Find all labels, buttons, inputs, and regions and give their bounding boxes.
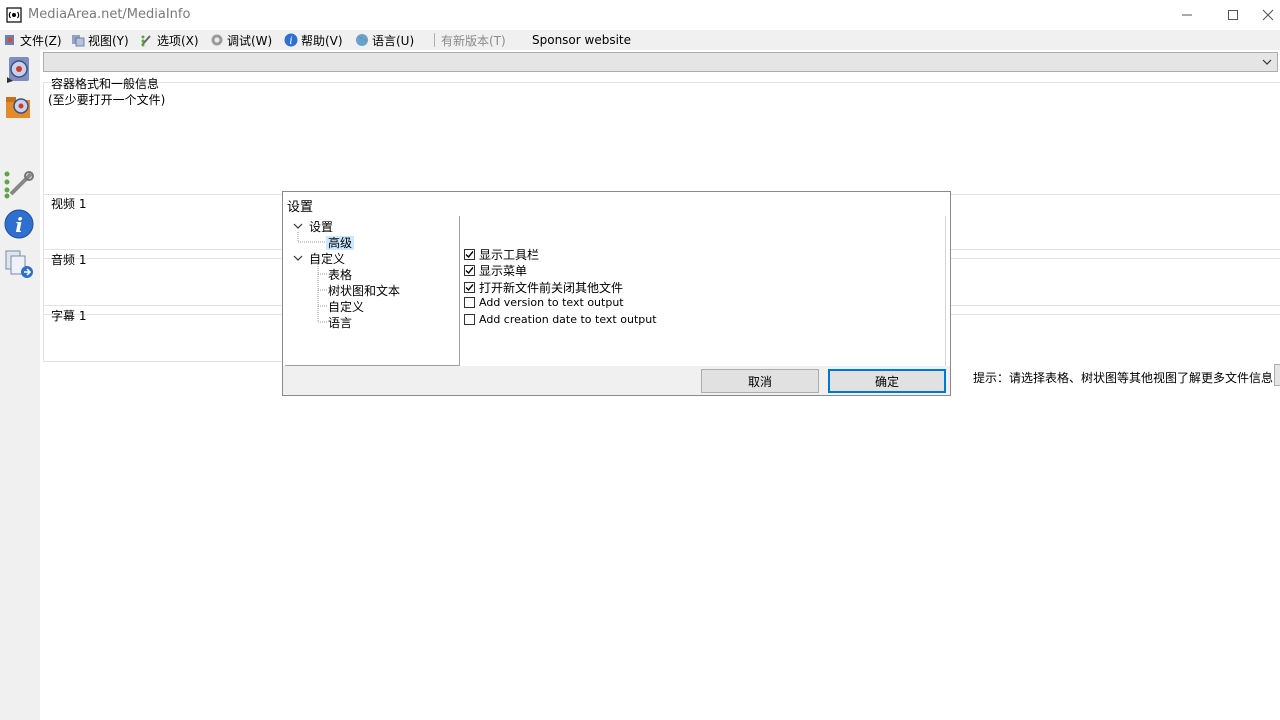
open-file-icon[interactable] — [3, 53, 35, 85]
checkmark-icon — [465, 284, 474, 292]
chevron-down-icon[interactable] — [293, 253, 303, 263]
checkbox[interactable] — [464, 282, 475, 293]
menu-new-version[interactable]: 有新版本(T) — [441, 31, 506, 49]
option-show-toolbar[interactable]: 显示工具栏 — [464, 246, 539, 263]
mediainfo-app-icon — [6, 7, 22, 23]
left-toolbar: i — [0, 50, 40, 720]
option-close-before-open[interactable]: 打开新文件前关闭其他文件 — [464, 279, 623, 296]
menu-help-label: 帮助(V) — [301, 33, 343, 48]
ok-button[interactable]: 确定 — [828, 369, 946, 393]
menu-debug-label: 调试(W) — [227, 33, 273, 48]
option-add-version[interactable]: Add version to text output — [464, 296, 624, 309]
checkmark-icon — [465, 267, 474, 275]
file-select-combo[interactable] — [43, 52, 1278, 72]
svg-text:i: i — [289, 36, 292, 47]
debug-icon — [211, 34, 223, 46]
menu-debug[interactable]: 调试(W) — [210, 31, 272, 49]
options-icon — [141, 35, 151, 47]
general-section-subtitle: (至少要打开一个文件) — [48, 93, 166, 107]
chevron-down-icon[interactable] — [293, 221, 303, 231]
tree-item-custom[interactable]: 自定义 — [328, 298, 364, 315]
option-label: Add creation date to text output — [479, 313, 657, 326]
menu-view[interactable]: 视图(Y) — [71, 31, 129, 49]
window-title: MediaArea.net/MediaInfo — [28, 7, 191, 22]
content-left-border — [43, 82, 44, 362]
open-folder-icon[interactable] — [3, 90, 35, 122]
checkbox[interactable] — [464, 249, 475, 260]
checkmark-icon — [465, 251, 474, 259]
checkbox[interactable] — [464, 314, 475, 325]
hint-button[interactable] — [1274, 364, 1280, 386]
menu-language-label: 语言(U) — [372, 33, 415, 48]
subtitle-section-title: 字幕 1 — [51, 309, 87, 323]
checkbox[interactable] — [464, 297, 475, 308]
help-icon: i — [284, 33, 298, 47]
maximize-icon — [1228, 10, 1238, 20]
option-show-menu[interactable]: 显示菜单 — [464, 262, 527, 279]
menu-file[interactable]: 文件(Z) — [3, 31, 62, 49]
tree-dotted-line — [297, 232, 325, 243]
dialog-footer: 取消 确定 — [283, 366, 950, 395]
title-bar: MediaArea.net/MediaInfo — [0, 0, 1280, 30]
menu-help[interactable]: i 帮助(V) — [284, 31, 343, 49]
menu-language[interactable]: 语言(U) — [355, 31, 414, 49]
hint-text: 提示：请选择表格、树状图等其他视图了解更多文件信息 — [973, 371, 1274, 385]
export-icon[interactable] — [3, 248, 35, 280]
option-label: Add version to text output — [479, 296, 624, 309]
close-button[interactable] — [1256, 0, 1280, 30]
option-label: 显示菜单 — [479, 264, 528, 278]
menu-file-label: 文件(Z) — [20, 33, 62, 48]
tree-item-tree-text[interactable]: 树状图和文本 — [328, 282, 400, 299]
minimize-button[interactable] — [1164, 0, 1210, 30]
advanced-options-panel: 显示工具栏 显示菜单 打开新文件前关闭其他文件 Add version to t… — [461, 216, 949, 366]
checkbox[interactable] — [464, 265, 475, 276]
tree-item-advanced[interactable]: 高级 — [326, 234, 355, 251]
tree-item-sheet[interactable]: 表格 — [328, 266, 352, 283]
option-label: 打开新文件前关闭其他文件 — [479, 281, 624, 295]
audio-section-title: 音频 1 — [51, 253, 87, 267]
option-label: 显示工具栏 — [479, 248, 540, 262]
menu-options-label: 选项(X) — [157, 33, 199, 48]
svg-text:i: i — [15, 213, 23, 237]
about-info-icon[interactable]: i — [3, 208, 35, 240]
preferences-icon[interactable] — [3, 168, 35, 200]
menu-options[interactable]: 选项(X) — [140, 31, 199, 49]
dialog-right-divider — [945, 216, 946, 366]
settings-dialog: 设置 设置 高级 自定义 表格 树状图和文本 自定义 语言 显示工具栏 显示菜单… — [282, 191, 951, 396]
section-divider — [43, 82, 1280, 83]
general-section-title: 容器格式和一般信息 — [51, 77, 160, 91]
video-section-title: 视频 1 — [51, 197, 87, 211]
view-icon — [72, 35, 85, 47]
close-icon — [1262, 9, 1274, 21]
file-icon — [5, 35, 14, 45]
settings-tree: 设置 高级 自定义 表格 树状图和文本 自定义 语言 — [285, 216, 460, 366]
section-divider — [43, 361, 283, 362]
menu-separator — [434, 33, 435, 47]
menu-sponsor-website[interactable]: Sponsor website — [532, 31, 631, 49]
minimize-icon — [1182, 14, 1192, 16]
chevron-down-icon — [1262, 59, 1272, 65]
option-add-creation-date[interactable]: Add creation date to text output — [464, 313, 657, 326]
tree-item-language[interactable]: 语言 — [328, 314, 352, 331]
menu-bar: 文件(Z) 视图(Y) 选项(X) 调试(W) i 帮助(V) 语言(U) 有新… — [0, 30, 1280, 50]
tree-item-advanced-label: 高级 — [326, 236, 355, 250]
menu-view-label: 视图(Y) — [88, 33, 129, 48]
dialog-title: 设置 — [287, 200, 314, 215]
language-icon — [356, 34, 368, 46]
maximize-button[interactable] — [1210, 0, 1256, 30]
cancel-button[interactable]: 取消 — [701, 369, 819, 393]
